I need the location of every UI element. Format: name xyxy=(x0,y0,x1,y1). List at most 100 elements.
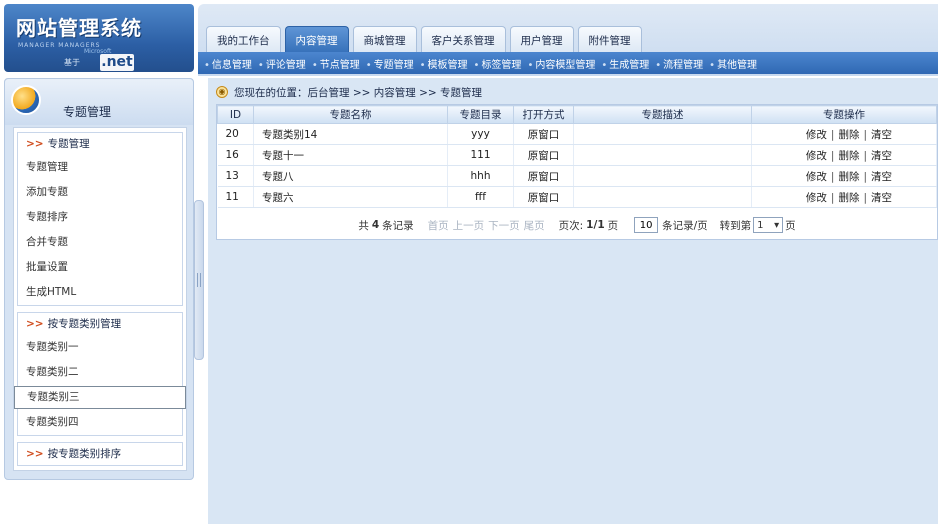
cell-dir: 111 xyxy=(447,144,514,166)
separator: | xyxy=(830,191,835,204)
clear-link[interactable]: 清空 xyxy=(871,150,892,162)
clear-link[interactable]: 清空 xyxy=(871,192,892,204)
breadcrumb: ◉ 您现在的位置： 后台管理 >> 内容管理 >> 专题管理 xyxy=(216,82,482,102)
cell-name: 专题十一 xyxy=(253,144,448,166)
prev-page-link[interactable]: 上一页 xyxy=(453,218,485,233)
next-page-link[interactable]: 下一页 xyxy=(488,218,520,233)
nav-tab-0[interactable]: 我的工作台 xyxy=(206,26,281,54)
menu-group-title[interactable]: >> 按专题类别排序 xyxy=(18,443,182,465)
delete-link[interactable]: 删除 xyxy=(838,192,859,204)
grip-icon xyxy=(197,273,201,287)
subnav-item-3[interactable]: • 专题管理 xyxy=(366,56,414,71)
total-suffix: 条记录 xyxy=(382,219,414,232)
subnav-item-0[interactable]: • 信息管理 xyxy=(204,56,252,71)
separator: | xyxy=(863,191,867,204)
menu-group-title[interactable]: >> 按专题类别管理 xyxy=(18,313,182,335)
nav-tab-2[interactable]: 商城管理 xyxy=(352,26,417,54)
nav-tab-3[interactable]: 客户关系管理 xyxy=(420,26,506,54)
per-page-suffix: 条记录/页 xyxy=(662,219,708,232)
main-content: ◉ 您现在的位置： 后台管理 >> 内容管理 >> 专题管理 ID 专题名称 专… xyxy=(208,78,938,524)
sub-nav-bar: • 信息管理 • 评论管理 • 节点管理 • 专题管理 • 模板管理 • 标签管理 • 内容模型管理 • 生成… xyxy=(198,52,938,74)
sidebar-item[interactable]: 专题类别二 xyxy=(18,360,182,385)
separator: | xyxy=(863,170,867,183)
subnav-item-8[interactable]: • 流程管理 xyxy=(655,56,703,71)
breadcrumb-path: 后台管理 >> 内容管理 >> 专题管理 xyxy=(307,86,483,99)
sidebar-title: 专题管理 xyxy=(63,105,112,119)
bullet-icon: • xyxy=(709,59,716,71)
menu-group-0: >> 专题管理 专题管理 添加专题 专题排序 合并专题 批量设置 生成HTML xyxy=(17,132,183,306)
subnav-label: 内容模型管理 xyxy=(535,59,596,71)
delete-link[interactable]: 删除 xyxy=(838,129,859,141)
nav-tab-4[interactable]: 用户管理 xyxy=(509,26,574,54)
edit-link[interactable]: 修改 xyxy=(806,129,827,141)
table-body: 20 专题类别14 yyy 原窗口 修改 | 删除 | 清空 16 专题十一 111 原窗口 修改 | 删除 |… xyxy=(217,123,937,208)
bullet-icon: • xyxy=(473,59,480,71)
sidebar-item[interactable]: 批量设置 xyxy=(18,255,182,280)
bullet-icon: • xyxy=(419,59,426,71)
subnav-label: 生成管理 xyxy=(609,59,650,71)
subnav-item-6[interactable]: • 内容模型管理 xyxy=(527,56,595,71)
table-row: 13 专题八 hhh 原窗口 修改 | 删除 | 清空 xyxy=(217,165,937,187)
delete-link[interactable]: 删除 xyxy=(838,150,859,162)
cell-desc xyxy=(573,123,752,145)
separator: | xyxy=(830,170,835,183)
topic-table: ID 专题名称 专题目录 打开方式 专题描述 专题操作 20 专题类别14 yyy 原… xyxy=(217,105,937,208)
first-page-link[interactable]: 首页 xyxy=(428,218,449,233)
table-row: 16 专题十一 111 原窗口 修改 | 删除 | 清空 xyxy=(217,144,937,166)
menu-group-label: 按专题类别排序 xyxy=(47,448,122,460)
edit-link[interactable]: 修改 xyxy=(806,171,827,183)
goto-page-select[interactable]: 1 ▾ xyxy=(753,217,784,233)
location-icon: ◉ xyxy=(216,86,228,98)
subnav-item-5[interactable]: • 标签管理 xyxy=(474,56,522,71)
separator: | xyxy=(830,149,835,162)
sidebar-item[interactable]: 生成HTML xyxy=(18,280,182,305)
last-page-link[interactable]: 尾页 xyxy=(524,218,545,233)
total-count: 4 xyxy=(371,219,380,231)
sidebar-item[interactable]: 专题排序 xyxy=(18,205,182,230)
edit-link[interactable]: 修改 xyxy=(806,150,827,162)
col-desc: 专题描述 xyxy=(573,105,752,124)
bullet-icon: • xyxy=(527,59,534,71)
cell-ops: 修改 | 删除 | 清空 xyxy=(751,144,937,166)
cell-dir: hhh xyxy=(447,165,514,187)
subnav-label: 模板管理 xyxy=(427,59,468,71)
table-header-row: ID 专题名称 专题目录 打开方式 专题描述 专题操作 xyxy=(217,105,937,124)
col-ops: 专题操作 xyxy=(751,105,937,124)
delete-link[interactable]: 删除 xyxy=(838,171,859,183)
nav-tab-5[interactable]: 附件管理 xyxy=(577,26,642,54)
menu-group-title[interactable]: >> 专题管理 xyxy=(18,133,182,155)
double-arrow-icon: >> xyxy=(26,448,44,460)
dotnet-logo: .net xyxy=(100,54,134,71)
cell-name: 专题六 xyxy=(253,186,448,208)
clear-link[interactable]: 清空 xyxy=(871,129,892,141)
sidebar-item[interactable]: 专题类别一 xyxy=(18,335,182,360)
cell-desc xyxy=(573,144,752,166)
subnav-item-7[interactable]: • 生成管理 xyxy=(601,56,649,71)
cell-open: 原窗口 xyxy=(513,165,574,187)
subnav-label: 专题管理 xyxy=(373,59,414,71)
sidebar-item[interactable]: 添加专题 xyxy=(18,180,182,205)
sidebar-item[interactable]: 专题类别三 xyxy=(14,386,186,409)
bullet-icon: • xyxy=(365,59,372,71)
cell-id: 20 xyxy=(217,123,254,145)
pagination: 共 4 条记录 首页 上一页 下一页 尾页 页次: 1/1 页 条记录/页 转到… xyxy=(217,213,937,237)
cell-open: 原窗口 xyxy=(513,123,574,145)
page-value: 1/1 xyxy=(586,219,605,231)
total-prefix: 共 xyxy=(358,219,369,232)
subnav-item-2[interactable]: • 节点管理 xyxy=(312,56,360,71)
sidebar-item[interactable]: 合并专题 xyxy=(18,230,182,255)
sidebar-item[interactable]: 专题类别四 xyxy=(18,410,182,435)
clear-link[interactable]: 清空 xyxy=(871,171,892,183)
nav-tab-1[interactable]: 内容管理 xyxy=(284,26,349,54)
col-id: ID xyxy=(217,105,254,124)
edit-link[interactable]: 修改 xyxy=(806,192,827,204)
goto-page-value: 1 xyxy=(757,219,764,231)
bullet-icon: • xyxy=(204,59,210,71)
per-page-input[interactable] xyxy=(634,217,659,233)
sidebar-item[interactable]: 专题管理 xyxy=(18,155,182,180)
sidebar-collapse-handle[interactable] xyxy=(194,200,204,360)
subnav-item-4[interactable]: • 模板管理 xyxy=(420,56,468,71)
cell-id: 16 xyxy=(217,144,254,166)
subnav-item-1[interactable]: • 评论管理 xyxy=(258,56,306,71)
subnav-item-9[interactable]: • 其他管理 xyxy=(709,56,757,71)
